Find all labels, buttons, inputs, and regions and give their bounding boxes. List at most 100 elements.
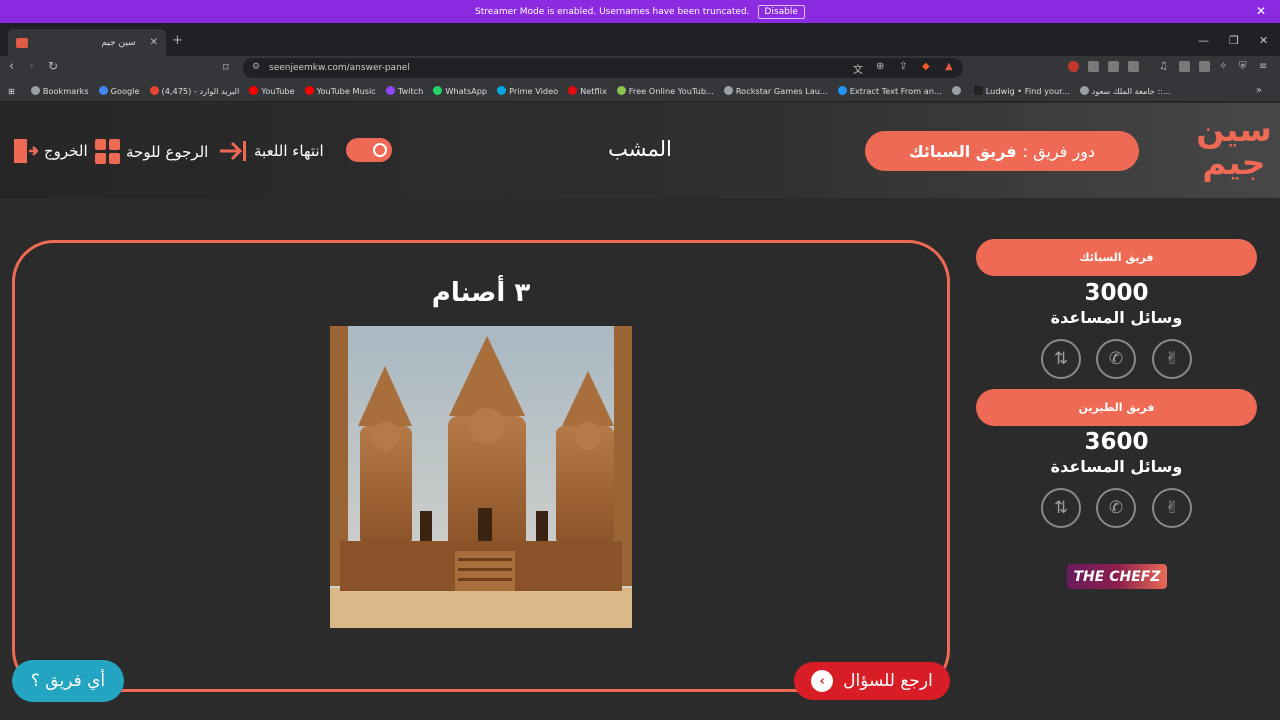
banner-message: Streamer Mode is enabled. Usernames have… — [475, 6, 750, 17]
bookmarks-bar: ⊞ Bookmarks Google البريد الوارد - (4,47… — [0, 80, 1280, 102]
bookmark-item[interactable]: Extract Text From an... — [837, 86, 942, 96]
twitch-icon — [385, 86, 395, 95]
zoom-icon[interactable]: ⊕ — [876, 61, 884, 72]
grid-icon — [95, 139, 120, 164]
maximize-icon[interactable]: ❐ — [1229, 34, 1239, 47]
exit-button[interactable]: الخروج — [12, 137, 88, 165]
wallet-icon[interactable] — [1199, 61, 1210, 72]
document-icon — [837, 86, 847, 95]
end-game-label: انتهاء اللعبة — [254, 142, 324, 160]
sponsor-logo: THE CHEFZ — [1067, 564, 1167, 589]
vpn-icon[interactable]: ⛨ — [1239, 61, 1247, 72]
more-bookmarks-icon[interactable]: » — [1256, 85, 1262, 96]
chevron-right-icon: › — [811, 670, 834, 692]
back-to-question-button[interactable]: ارجع للسؤال › — [794, 662, 950, 700]
back-icon[interactable]: ‹ — [9, 59, 14, 74]
bookmark-item[interactable]: Free Online YouTub... — [616, 86, 714, 96]
bookmark-item[interactable]: WhatsApp — [433, 86, 487, 96]
banner-close-icon[interactable]: ✕ — [1256, 4, 1266, 18]
apps-icon[interactable]: ⊞ — [8, 86, 15, 96]
tab-close-icon[interactable]: ✕ — [150, 37, 158, 48]
seenjeem-logo: سين جيم — [1196, 110, 1272, 182]
back-to-board-label: الرجوع للوحة — [126, 142, 209, 161]
youtube-music-icon — [304, 86, 314, 95]
netflix-icon — [568, 86, 578, 95]
double-answer-icon[interactable]: ✌ — [1152, 339, 1192, 379]
globe-icon — [723, 86, 733, 95]
reload-icon[interactable]: ↻ — [48, 59, 58, 73]
bookmark-item[interactable]: YouTube Music — [304, 86, 376, 96]
main-area: ٣ أصنام فريق السبائك 3000 وسائل المساعدة… — [0, 198, 1280, 720]
page-title: المشب — [608, 137, 672, 161]
disable-streamer-mode-button[interactable]: Disable — [757, 4, 805, 19]
globe-icon — [1079, 86, 1089, 95]
question-image — [330, 326, 632, 628]
extension-record-icon[interactable] — [1068, 61, 1079, 72]
gmail-icon — [149, 86, 159, 95]
download-icon — [616, 86, 626, 95]
translate-icon[interactable]: 文 — [853, 61, 863, 76]
end-game-arrow-icon — [220, 141, 246, 161]
bookmark-favicon-icon — [30, 86, 40, 95]
team-name-badge: فريق السبائك — [976, 239, 1257, 276]
settings-gear-icon — [373, 143, 387, 157]
minimize-icon[interactable]: — — [1198, 34, 1209, 47]
bookmark-item[interactable]: Google — [98, 86, 140, 96]
prime-video-icon — [497, 86, 507, 95]
bookmark-item[interactable]: Rockstar Games Lau... — [723, 86, 828, 96]
turn-prefix: دور فريق : — [1022, 141, 1096, 161]
phone-call-icon[interactable]: ✆ — [1096, 339, 1136, 379]
turn-team-name: فريق السبائك — [908, 141, 1017, 161]
media-icon[interactable]: ♫ — [1159, 61, 1168, 72]
statues-illustration — [330, 326, 632, 628]
brave-shield-icon[interactable]: ◆ — [922, 61, 930, 72]
bookmark-item[interactable]: البريد الوارد - (4,475) — [149, 86, 239, 96]
back-to-question-label: ارجع للسؤال — [843, 671, 933, 691]
which-team-button[interactable]: أي فريق ؟ — [12, 660, 124, 702]
bookmark-item[interactable]: Netflix — [568, 86, 607, 96]
google-icon — [98, 86, 108, 95]
whatsapp-icon — [433, 86, 443, 95]
team-name-badge: فريق الطيرين — [976, 389, 1257, 426]
phone-call-icon[interactable]: ✆ — [1096, 488, 1136, 528]
forward-icon[interactable]: › — [29, 59, 34, 74]
bookmark-item[interactable] — [951, 86, 964, 95]
swap-turn-icon[interactable]: ⇅ — [1041, 339, 1081, 379]
game-toggle-switch[interactable] — [346, 138, 392, 162]
back-to-board-button[interactable]: الرجوع للوحة — [95, 139, 208, 164]
tab-title: سين جيم — [101, 37, 136, 48]
bookmark-item[interactable]: Twitch — [385, 86, 423, 96]
bookmark-item[interactable]: Bookmarks — [30, 86, 89, 96]
help-tools-label: وسائل المساعدة — [1050, 457, 1183, 476]
double-answer-icon[interactable]: ✌ — [1152, 488, 1192, 528]
end-game-button[interactable]: انتهاء اللعبة — [218, 139, 324, 163]
bookmark-item[interactable]: Prime Video — [497, 86, 558, 96]
bookmark-item[interactable]: جامعة الملك سعود ::... — [1079, 86, 1171, 96]
menu-icon[interactable]: ≡ — [1259, 61, 1267, 72]
site-info-icon[interactable]: ⚙ — [252, 62, 260, 72]
leo-ai-icon[interactable]: ✧ — [1219, 61, 1227, 72]
team-turn-badge: دور فريق : فريق السبائك — [865, 131, 1139, 171]
swap-turn-icon[interactable]: ⇅ — [1041, 488, 1081, 528]
globe-icon — [951, 86, 961, 95]
bookmark-page-icon[interactable]: ⌑ — [223, 61, 229, 74]
sidebar-icon[interactable] — [1179, 61, 1190, 72]
bookmark-item[interactable]: Ludwig • Find your... — [973, 86, 1070, 96]
new-tab-icon[interactable]: + — [172, 33, 183, 48]
extension-icon-2[interactable] — [1108, 61, 1119, 72]
tab-bar: سين جيم ✕ + — ❐ ✕ — [0, 23, 1280, 56]
brave-rewards-icon[interactable]: ▲ — [945, 61, 953, 72]
streamer-mode-banner: Streamer Mode is enabled. Usernames have… — [0, 0, 1280, 23]
extension-icon-1[interactable] — [1088, 61, 1099, 72]
screen: Streamer Mode is enabled. Usernames have… — [0, 0, 1280, 720]
url-text: seenjeemkw.com/answer-panel — [269, 63, 410, 73]
share-icon[interactable]: ⇪ — [899, 61, 907, 72]
question-title: ٣ أصنام — [431, 278, 531, 308]
tab-active[interactable]: سين جيم ✕ — [8, 29, 166, 56]
extension-icon-3[interactable] — [1128, 61, 1139, 72]
team-score: 3000 — [1084, 280, 1149, 306]
window-close-icon[interactable]: ✕ — [1259, 34, 1268, 47]
app-header: الخروج الرجوع للوحة انتهاء اللعبة المشب … — [0, 103, 1280, 198]
bookmark-item[interactable]: YouTube — [249, 86, 295, 96]
exit-label: الخروج — [44, 142, 88, 160]
